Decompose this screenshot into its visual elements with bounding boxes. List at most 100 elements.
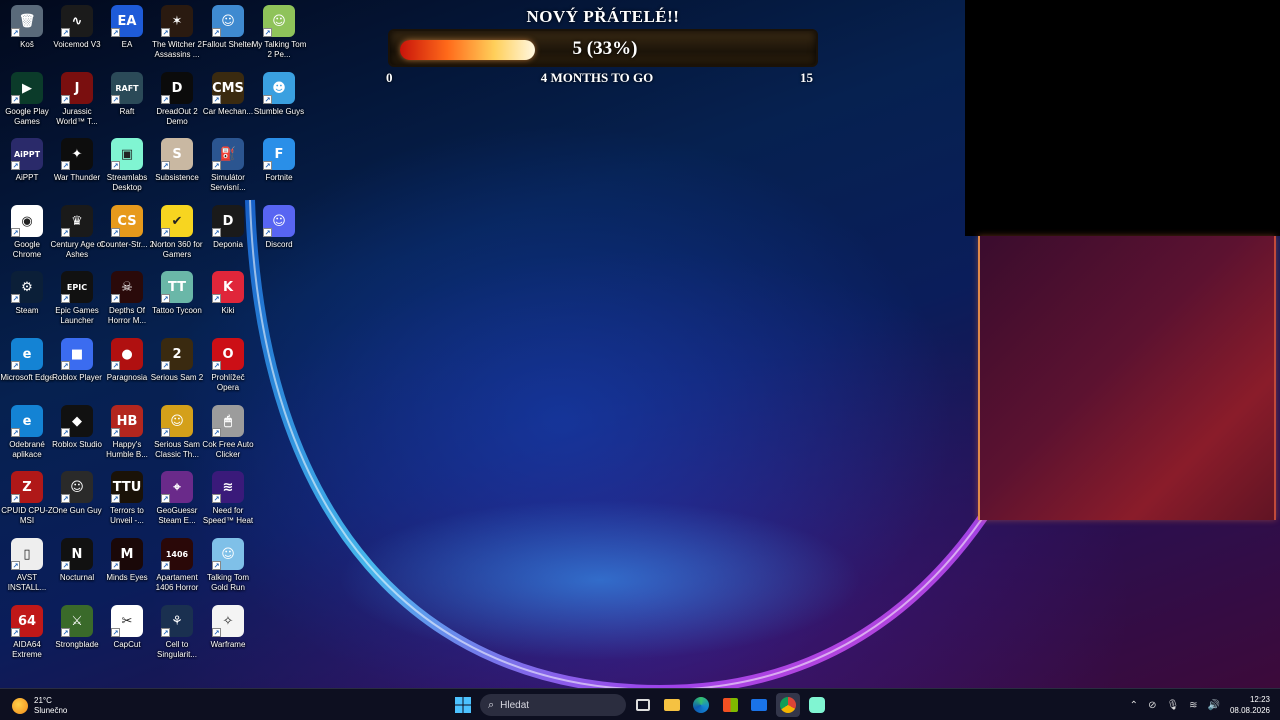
desktop-shortcut-nfs-heat[interactable]: ≋ ↗ Need for Speed™ Heat [203,471,253,537]
desktop-shortcut-opera[interactable]: O ↗ Prohlížeč Opera [203,338,253,404]
desktop-shortcut-label: Norton 360 for Gamers [151,240,203,259]
shortcut-arrow-icon: ↗ [111,494,120,503]
auto-clicker-icon: 🖱 ↗ [212,405,244,437]
desktop-shortcut-capcut[interactable]: ✂ ↗ CapCut [102,605,152,671]
desktop-shortcut-cell-to-singularity[interactable]: ⚘ ↗ Cell to Singularit... [152,605,202,671]
desktop-shortcut-one-gun-guy[interactable]: ☺ ↗ One Gun Guy [52,471,102,537]
desktop-shortcut-counter-strike[interactable]: CS ↗ Counter-Str... 2 [99,205,155,271]
mail-taskbar-button[interactable] [747,693,771,717]
taskbar-clock[interactable]: 12:23 08.08.2026 [1224,694,1270,716]
desktop-shortcut-fallout-shelter[interactable]: ☺ ↗ Fallout Shelter [202,5,254,71]
desktop-shortcut-epic-games[interactable]: EPIC ↗ Epic Games Launcher [52,271,102,337]
shortcut-arrow-icon: ↗ [11,28,20,37]
file-explorer-button[interactable] [660,693,684,717]
desktop-shortcut-depths-of-horror[interactable]: ☠ ↗ Depths Of Horror M... [102,271,152,337]
desktop-shortcut-serious-sam-classic[interactable]: ☺ ↗ Serious Sam Classic Th... [152,405,202,471]
desktop-shortcut-ea[interactable]: EA ↗ EA [102,5,152,71]
desktop-shortcut-label: Koš [20,40,34,49]
store-taskbar-button[interactable] [718,693,742,717]
desktop-shortcut-auto-clicker[interactable]: 🖱 ↗ Cok Free Auto Clicker [202,405,254,471]
shortcut-arrow-icon: ↗ [11,628,20,637]
desktop-shortcut-label: Depths Of Horror M... [107,306,147,325]
desktop-shortcut-car-mechanic[interactable]: CMS ↗ Car Mechan... [203,72,253,138]
desktop-shortcut-aida64[interactable]: 64 ↗ AIDA64 Extreme [2,605,52,671]
desktop-shortcut-steam[interactable]: ⚙ ↗ Steam [2,271,52,337]
desktop-shortcut-voicemod[interactable]: ∿ ↗ Voicemod V3 [52,5,102,71]
desktop-shortcut-label: Happy's Humble B... [106,440,148,459]
shortcut-arrow-icon: ↗ [111,294,120,303]
weather-widget[interactable]: 21°C Slunečno [12,695,67,717]
desktop-shortcut-label: Discord [265,240,293,249]
shortcut-arrow-icon: ↗ [212,161,221,170]
jurassic-world-icon: J ↗ [61,72,93,104]
desktop-shortcut-geoguessr[interactable]: ⌖ ↗ GeoGuessr Steam E... [152,471,202,537]
wifi-icon[interactable]: ≋ [1189,700,1197,711]
tattoo-tycoon-icon: TT ↗ [161,271,193,303]
desktop-shortcut-label: Google Play Games [5,107,49,126]
task-view-button[interactable] [631,693,655,717]
desktop-shortcut-streamlabs[interactable]: ▣ ↗ Streamlabs Desktop [102,138,152,204]
desktop-shortcut-talking-tom[interactable]: ☺ ↗ My Talking Tom 2 Pe... [252,5,306,71]
desktop-shortcut-cpu-z[interactable]: Z ↗ CPUID CPU-Z MSI [1,471,53,537]
desktop-shortcut-label: Fallout Shelter [202,40,254,49]
desktop-shortcut-discord[interactable]: ☺ ↗ Discord [254,205,304,271]
desktop-shortcut-minds-eyes[interactable]: M ↗ Minds Eyes [102,538,152,604]
desktop-shortcut-label: Serious Sam Classic Th... [154,440,200,459]
desktop-shortcut-witcher[interactable]: ✶ ↗ The Witcher 2 Assassins ... [152,5,202,71]
desktop-shortcut-google-play-games[interactable]: ▶ ↗ Google Play Games [2,72,52,138]
desktop-shortcut-norton[interactable]: ✔ ↗ Norton 360 for Gamers [151,205,203,271]
desktop-shortcut-subsistence[interactable]: S ↗ Subsistence [152,138,202,204]
desktop-shortcut-warframe[interactable]: ✧ ↗ Warframe [203,605,253,671]
goal-progress-value: 5 (33%) [572,38,638,59]
desktop-shortcut-tattoo-tycoon[interactable]: TT ↗ Tattoo Tycoon [152,271,202,337]
desktop-shortcut-roblox-studio[interactable]: ◆ ↗ Roblox Studio [52,405,102,471]
desktop-shortcut-humble-bundle[interactable]: HB ↗ Happy's Humble B... [102,405,152,471]
volume-icon[interactable]: 🔊 [1208,700,1220,711]
desktop-shortcut-deponia[interactable]: D ↗ Deponia [203,205,253,271]
mail-icon [751,699,767,711]
warframe-icon: ✧ ↗ [212,605,244,637]
desktop-shortcut-talking-tom-gold-run[interactable]: ☺ ↗ Talking Tom Gold Run [203,538,253,604]
desktop-shortcut-jurassic-world[interactable]: J ↗ Jurassic World™ T... [52,72,102,138]
desktop-shortcut-recycle-bin[interactable]: 🗑 ↗ Koš [2,5,52,71]
taskbar-search[interactable]: ⌕ Hledat [480,694,626,716]
desktop-shortcut-service-area-simulator[interactable]: ⛽ ↗ Simulátor Servisní... [203,138,253,204]
desktop-shortcut-war-thunder[interactable]: ✦ ↗ War Thunder [52,138,102,204]
desktop-shortcut-paragnosia[interactable]: ● ↗ Paragnosia [102,338,152,404]
store-icon [722,698,738,712]
desktop-shortcut-removed-apps-edge[interactable]: e ↗ Odebrané aplikace [2,405,52,471]
edge-taskbar-button[interactable] [689,693,713,717]
desktop-shortcut-chrome[interactable]: ◉ ↗ Google Chrome [2,205,52,271]
desktop-shortcut-label: One Gun Guy [52,506,102,515]
desktop-shortcut-kiki[interactable]: K ↗ Kiki [203,271,253,337]
shortcut-arrow-icon: ↗ [161,161,170,170]
desktop-shortcut-edge[interactable]: e ↗ Microsoft Edge [0,338,54,404]
desktop-shortcut-label: Counter-Str... 2 [99,240,155,249]
folder-icon [664,699,680,711]
desktop-shortcut-fortnite[interactable]: F ↗ Fortnite [254,138,304,204]
desktop-shortcut-dreadout[interactable]: D ↗ DreadOut 2 Demo [152,72,202,138]
desktop-shortcut-stumble-guys[interactable]: ☻ ↗ Stumble Guys [254,72,304,138]
start-button[interactable] [451,693,475,717]
desktop-shortcut-raft[interactable]: RAFT ↗ Raft [102,72,152,138]
network-off-icon[interactable]: ⊘ [1148,700,1156,711]
desktop-shortcut-apartament-1406[interactable]: 1406 ↗ Apartament 1406 Horror [152,538,202,604]
desktop-shortcut-strongblade[interactable]: ⚔ ↗ Strongblade [52,605,102,671]
desktop-shortcut-aippt[interactable]: AiPPT ↗ AiPPT [2,138,52,204]
goal-remaining-label: 4 MONTHS TO GO [540,70,654,85]
streamlabs-taskbar-button[interactable] [805,693,829,717]
desktop-shortcut-century[interactable]: ♛ ↗ Century Age of Ashes [51,205,103,271]
chevron-up-icon[interactable]: ⌃ [1130,700,1138,711]
shortcut-arrow-icon: ↗ [212,294,221,303]
search-icon: ⌕ [488,698,495,711]
desktop-shortcut-serious-sam-2[interactable]: 2 ↗ Serious Sam 2 [151,338,203,404]
desktop-shortcut-file[interactable]: ▯ ↗ AVST INSTALL... [2,538,52,604]
roblox-studio-icon: ◆ ↗ [61,405,93,437]
minds-eyes-icon: M ↗ [111,538,143,570]
clock-time: 12:23 [1249,695,1270,704]
desktop-shortcut-nocturnal[interactable]: N ↗ Nocturnal [52,538,102,604]
desktop-shortcut-roblox-player[interactable]: ■ ↗ Roblox Player [52,338,102,404]
chrome-taskbar-button[interactable] [776,693,800,717]
microphone-icon[interactable]: 🎙 [1166,700,1179,711]
desktop-shortcut-terrors-to-unveil[interactable]: TTU ↗ Terrors to Unveil -... [102,471,152,537]
